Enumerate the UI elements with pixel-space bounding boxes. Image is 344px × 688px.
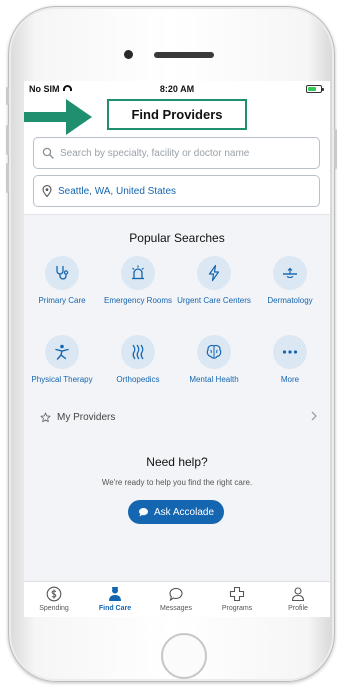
battery-icon bbox=[306, 85, 324, 93]
mute-switch bbox=[6, 87, 9, 105]
lightning-icon bbox=[197, 256, 231, 290]
tab-programs[interactable]: Programs bbox=[207, 586, 267, 612]
chevron-right-icon bbox=[311, 411, 317, 421]
home-button[interactable] bbox=[161, 633, 207, 679]
popular-searches-title: Popular Searches bbox=[129, 231, 225, 245]
tab-messages[interactable]: Messages bbox=[146, 586, 206, 612]
plus-icon bbox=[229, 586, 245, 602]
category-label: Physical Therapy bbox=[31, 375, 93, 384]
category-label: Urgent Care Centers bbox=[177, 296, 251, 305]
category-orthopedics[interactable]: Orthopedics bbox=[100, 335, 176, 385]
star-icon bbox=[40, 412, 51, 422]
chat-bubble-icon bbox=[138, 508, 148, 517]
category-primary-care[interactable]: Primary Care bbox=[24, 256, 100, 306]
doctor-icon bbox=[109, 587, 121, 601]
category-label: Primary Care bbox=[38, 296, 86, 305]
tab-label: Programs bbox=[221, 605, 253, 612]
power-button bbox=[334, 129, 337, 169]
ask-accolade-button[interactable]: Ask Accolade bbox=[128, 500, 224, 524]
tab-bar: Spending Find Care Messages Programs Pro… bbox=[24, 581, 330, 617]
my-providers-row[interactable]: My Providers bbox=[24, 406, 330, 428]
category-label: Mental Health bbox=[189, 375, 239, 384]
app-screen: No SIM 8:20 AM Find Providers Seattle, W… bbox=[24, 81, 330, 617]
person-icon bbox=[291, 587, 305, 602]
location-field[interactable]: Seattle, WA, United States bbox=[33, 175, 320, 207]
help-title: Need help? bbox=[146, 455, 208, 469]
bones-icon bbox=[121, 335, 155, 369]
my-providers-label: My Providers bbox=[57, 411, 116, 423]
dollar-icon bbox=[46, 586, 62, 602]
chat-icon bbox=[169, 587, 183, 602]
status-bar: No SIM 8:20 AM bbox=[24, 81, 330, 97]
location-value: Seattle, WA, United States bbox=[58, 185, 177, 197]
earpiece-speaker bbox=[154, 52, 214, 58]
stethoscope-icon bbox=[45, 256, 79, 290]
category-mental-health[interactable]: Mental Health bbox=[176, 335, 252, 385]
pointer-arrow-icon bbox=[24, 99, 92, 135]
tab-label: Find Care bbox=[98, 605, 132, 612]
tab-find-care[interactable]: Find Care bbox=[85, 586, 145, 612]
location-pin-icon bbox=[42, 185, 52, 197]
siren-icon bbox=[121, 256, 155, 290]
search-icon bbox=[42, 147, 54, 159]
brain-icon bbox=[197, 335, 231, 369]
figure-icon bbox=[45, 335, 79, 369]
status-time: 8:20 AM bbox=[159, 84, 195, 94]
category-dermatology[interactable]: Dermatology bbox=[252, 256, 328, 306]
category-label: Orthopedics bbox=[116, 375, 160, 384]
skin-icon bbox=[273, 256, 307, 290]
tab-spending[interactable]: Spending bbox=[24, 586, 84, 612]
search-field[interactable] bbox=[33, 137, 320, 169]
category-physical-therapy[interactable]: Physical Therapy bbox=[24, 335, 100, 385]
front-camera bbox=[124, 50, 133, 59]
page-title: Find Providers bbox=[107, 99, 247, 130]
category-label: More bbox=[280, 375, 300, 384]
category-label: Dermatology bbox=[267, 296, 313, 305]
category-urgent-care-centers[interactable]: Urgent Care Centers bbox=[176, 256, 252, 306]
ask-accolade-label: Ask Accolade bbox=[153, 506, 215, 518]
category-label: Emergency Rooms bbox=[103, 296, 173, 305]
help-text: We're ready to help you find the right c… bbox=[101, 478, 253, 487]
volume-up-button bbox=[6, 125, 9, 155]
category-emergency-rooms[interactable]: Emergency Rooms bbox=[100, 256, 176, 306]
volume-down-button bbox=[6, 163, 9, 193]
battery-level bbox=[308, 87, 317, 91]
tab-profile[interactable]: Profile bbox=[268, 586, 328, 612]
more-icon bbox=[273, 335, 307, 369]
tab-label: Profile bbox=[288, 605, 308, 612]
tab-label: Spending bbox=[39, 605, 69, 612]
search-input[interactable] bbox=[60, 147, 310, 159]
category-more[interactable]: More bbox=[252, 335, 328, 385]
tab-label: Messages bbox=[160, 605, 192, 612]
